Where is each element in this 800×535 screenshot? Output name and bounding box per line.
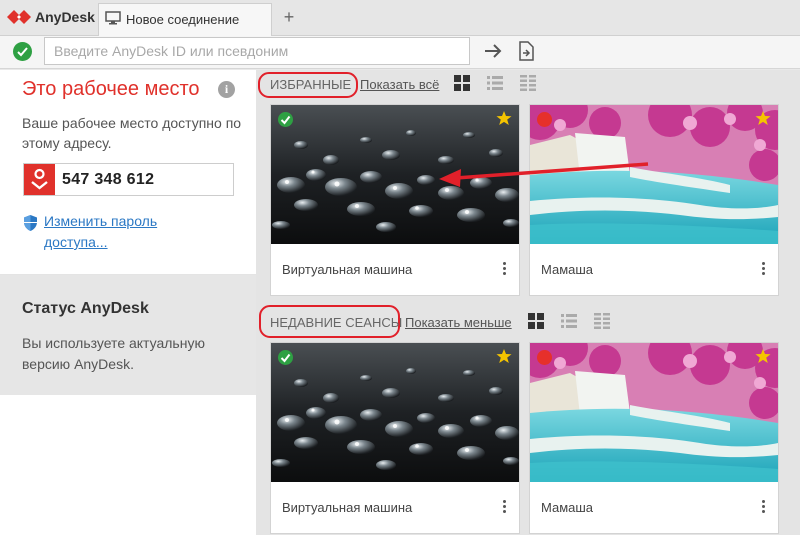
grid-view-icon[interactable] — [453, 74, 471, 92]
star-icon[interactable] — [755, 348, 771, 364]
offline-status-icon — [537, 112, 552, 127]
workplace-section: Это рабочее место i Ваше рабочее место д… — [0, 70, 256, 274]
anydesk-id-box[interactable]: 547 348 612 — [23, 163, 234, 196]
recent-card-mamasha[interactable]: Мамаша — [529, 342, 779, 534]
card-name: Виртуальная машина — [282, 262, 413, 277]
more-vertical-icon[interactable] — [760, 260, 766, 278]
id-badge-icon — [24, 164, 55, 195]
star-icon[interactable] — [496, 348, 512, 364]
check-icon — [17, 47, 28, 57]
thumbnail-dark-water-droplets — [271, 105, 519, 244]
more-vertical-icon[interactable] — [501, 498, 507, 516]
anydesk-id: 547 348 612 — [62, 171, 155, 188]
status-section: Статус AnyDesk Вы используете актуальную… — [0, 275, 256, 395]
new-tab-button[interactable]: + — [281, 7, 297, 27]
connection-status-icon — [13, 42, 32, 61]
address-input[interactable] — [44, 37, 470, 65]
change-password-link[interactable]: Изменить пароль доступа... — [44, 211, 194, 253]
online-status-icon — [278, 112, 293, 127]
thumbnail-dark-water-droplets — [271, 343, 519, 482]
card-name: Виртуальная машина — [282, 500, 413, 515]
more-vertical-icon[interactable] — [501, 260, 507, 278]
compact-list-icon[interactable] — [593, 312, 611, 330]
favorite-card-mamasha[interactable]: Мамаша — [529, 104, 779, 296]
tab-new-connection[interactable]: Новое соединение — [98, 3, 272, 36]
star-icon[interactable] — [755, 110, 771, 126]
arrow-right-icon[interactable] — [482, 41, 504, 61]
show-all-link[interactable]: Показать всё — [360, 77, 439, 92]
thumbnail-waterfall-pink-trees — [530, 343, 778, 482]
address-bar — [0, 36, 800, 69]
compact-list-icon[interactable] — [519, 74, 537, 92]
offline-status-icon — [537, 350, 552, 365]
more-vertical-icon[interactable] — [760, 498, 766, 516]
left-panel: Это рабочее место i Ваше рабочее место д… — [0, 70, 256, 535]
info-icon[interactable]: i — [218, 81, 235, 98]
tab-label: Новое соединение — [126, 12, 240, 27]
favorites-label: ИЗБРАННЫЕ — [270, 77, 352, 92]
file-transfer-icon[interactable] — [515, 40, 537, 62]
recent-label: НЕДАВНИЕ СЕАНСЫ — [270, 315, 403, 330]
workplace-description: Ваше рабочее место доступно по этому адр… — [22, 115, 242, 151]
grid-view-icon[interactable] — [527, 312, 545, 330]
status-title: Статус AnyDesk — [22, 300, 149, 317]
recent-card-virtual-machine[interactable]: Виртуальная машина — [270, 342, 520, 534]
title-bar: AnyDesk Новое соединение + — [0, 0, 800, 36]
workplace-title: Это рабочее место — [22, 78, 200, 100]
anydesk-logo-icon — [7, 10, 31, 24]
card-name: Мамаша — [541, 262, 594, 277]
monitor-icon — [105, 11, 121, 25]
thumbnail-waterfall-pink-trees — [530, 105, 778, 244]
online-status-icon — [278, 350, 293, 365]
shield-icon — [24, 215, 37, 231]
card-name: Мамаша — [541, 500, 594, 515]
show-less-link[interactable]: Показать меньше — [405, 315, 512, 330]
list-view-icon[interactable] — [486, 74, 504, 92]
star-icon[interactable] — [496, 110, 512, 126]
main-area: ИЗБРАННЫЕ Показать всё Виртуальная машин… — [256, 70, 800, 535]
app-name: AnyDesk — [35, 9, 95, 25]
favorite-card-virtual-machine[interactable]: Виртуальная машина — [270, 104, 520, 296]
status-description: Вы используете актуальную версию AnyDesk… — [22, 335, 205, 372]
list-view-icon[interactable] — [560, 312, 578, 330]
left-panel-blank — [0, 395, 256, 535]
